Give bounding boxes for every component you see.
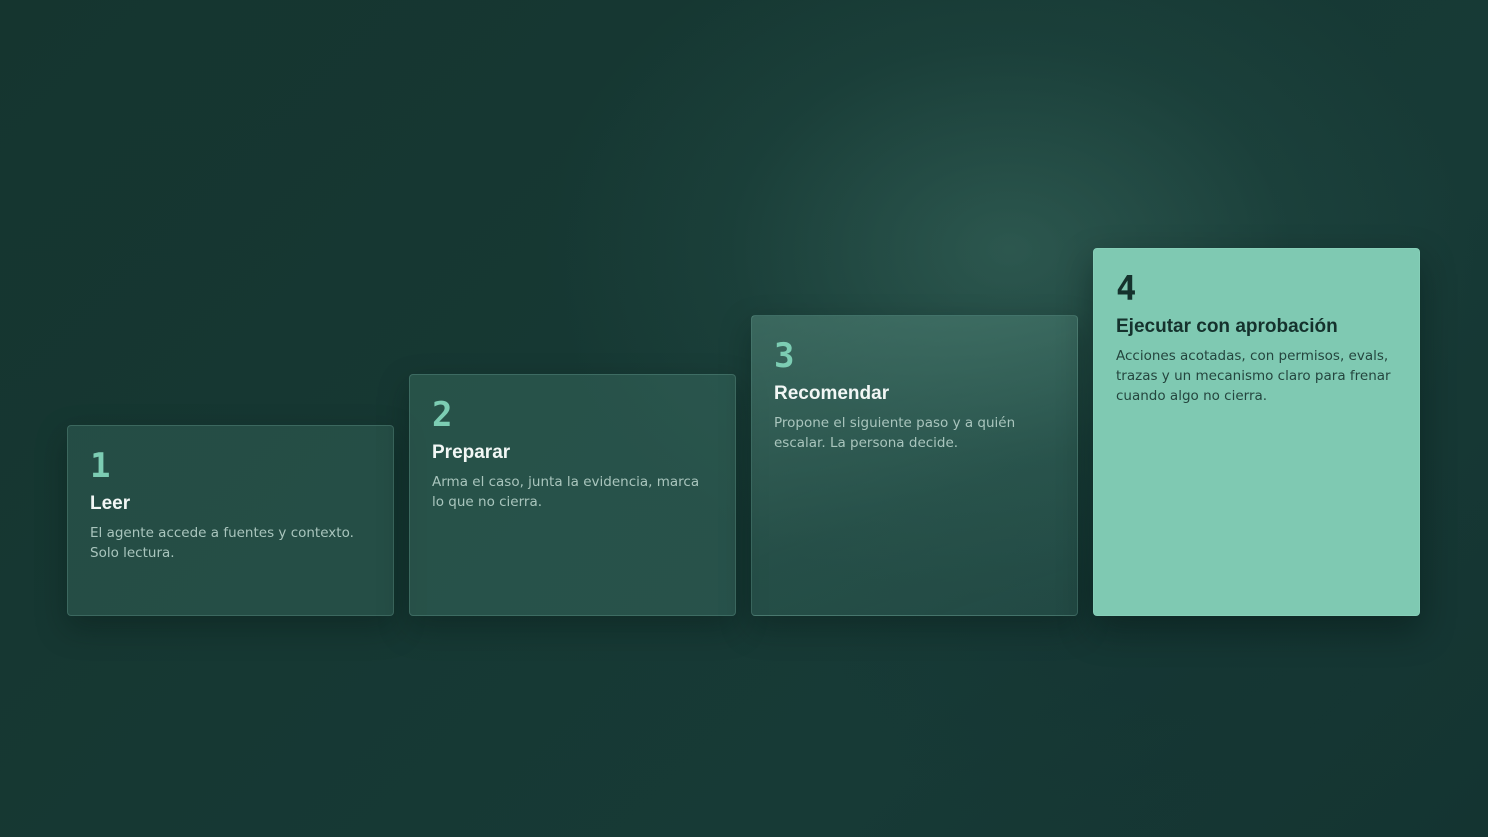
step-card-1: 1 Leer El agente accede a fuentes y cont… <box>67 425 394 616</box>
step-card-3: 3 Recomendar Propone el siguiente paso y… <box>751 315 1078 616</box>
step-title: Recomendar <box>774 383 890 404</box>
step-title: Leer <box>90 493 131 514</box>
step-title: Ejecutar con aprobación <box>1116 316 1338 337</box>
step-description: Acciones acotadas, con permisos, evals, … <box>1116 348 1391 404</box>
step-description: El agente accede a fuentes y contexto. S… <box>90 525 354 561</box>
step-description: Arma el caso, junta la evidencia, marca … <box>432 474 700 510</box>
step-number: 2 <box>432 395 453 435</box>
steps-diagram: 1 Leer El agente accede a fuentes y cont… <box>0 0 1488 837</box>
step-card-4-highlighted: 4 Ejecutar con aprobación Acciones acota… <box>1093 248 1420 616</box>
step-card-2: 2 Preparar Arma el caso, junta la eviden… <box>409 374 736 616</box>
step-number: 3 <box>774 336 795 376</box>
step-description: Propone el siguiente paso y a quién esca… <box>774 415 1016 451</box>
step-number: 1 <box>90 446 111 486</box>
step-number: 4 <box>1116 269 1137 309</box>
step-title: Preparar <box>432 442 511 463</box>
